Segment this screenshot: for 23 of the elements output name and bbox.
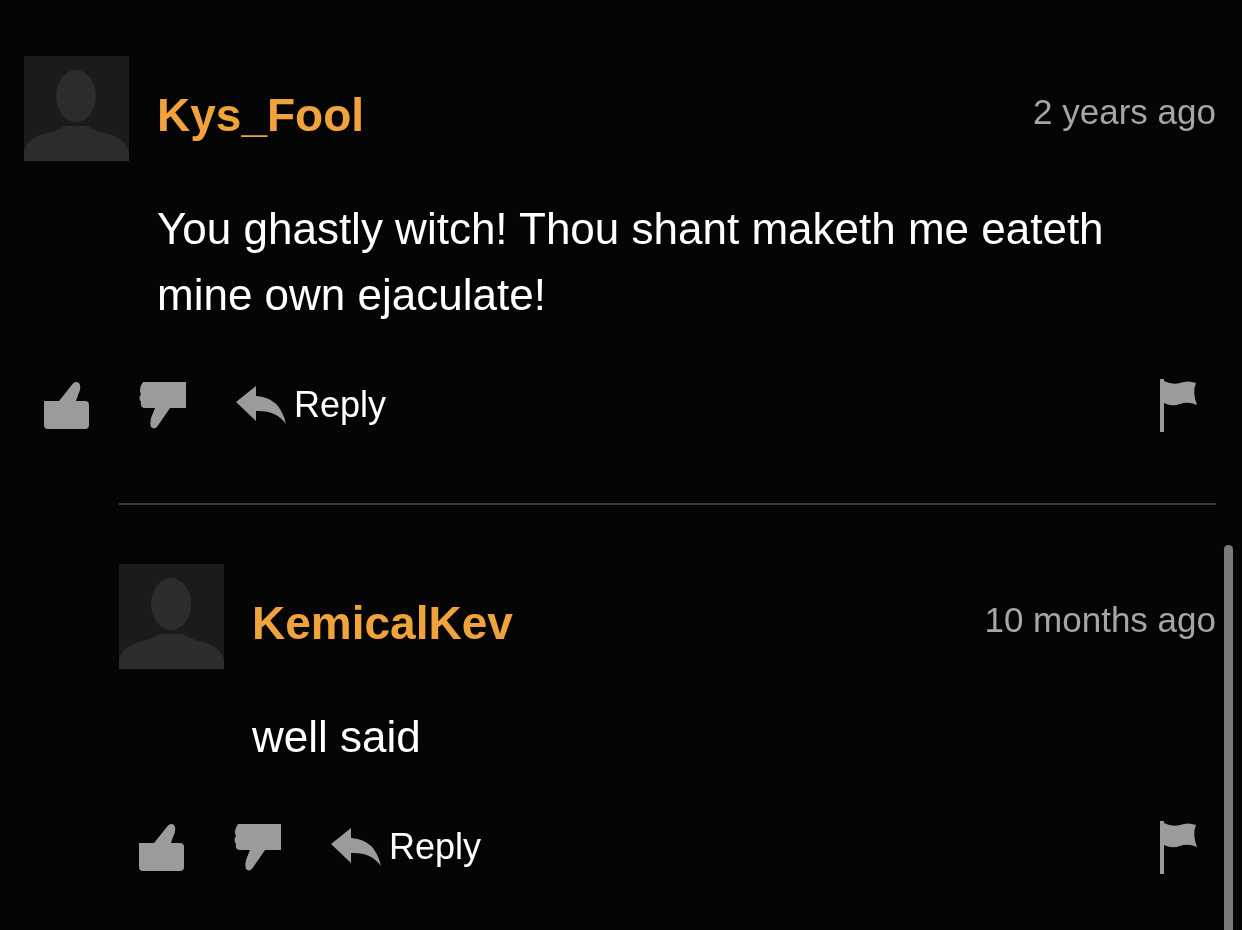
scrollbar[interactable] [1224,545,1233,930]
reply-arrow-icon [331,827,381,867]
report-flag-button[interactable] [1160,378,1198,432]
dislike-button[interactable] [137,380,188,430]
like-button[interactable] [137,823,185,871]
flag-icon [1160,378,1198,432]
thumbs-down-icon [137,380,188,430]
username[interactable]: Kys_Fool [157,88,365,142]
timestamp: 10 months ago [984,599,1216,640]
thumbs-up-icon [137,823,185,871]
report-flag-button[interactable] [1160,820,1198,874]
like-button[interactable] [42,381,90,429]
username[interactable]: KemicalKev [252,596,513,650]
comment-text: well said [252,711,422,763]
comment-text: You ghastly witch! Thou shant maketh me eateth mine own ejaculate! [157,203,1105,321]
reply-button[interactable]: Reply [236,385,387,425]
thumbs-up-icon [42,381,90,429]
thumbs-down-icon [232,822,283,872]
dislike-button[interactable] [232,822,283,872]
reply-arrow-icon [236,385,286,425]
reply-button[interactable]: Reply [331,827,482,867]
timestamp: 2 years ago [1033,91,1216,132]
flag-icon [1160,820,1198,874]
